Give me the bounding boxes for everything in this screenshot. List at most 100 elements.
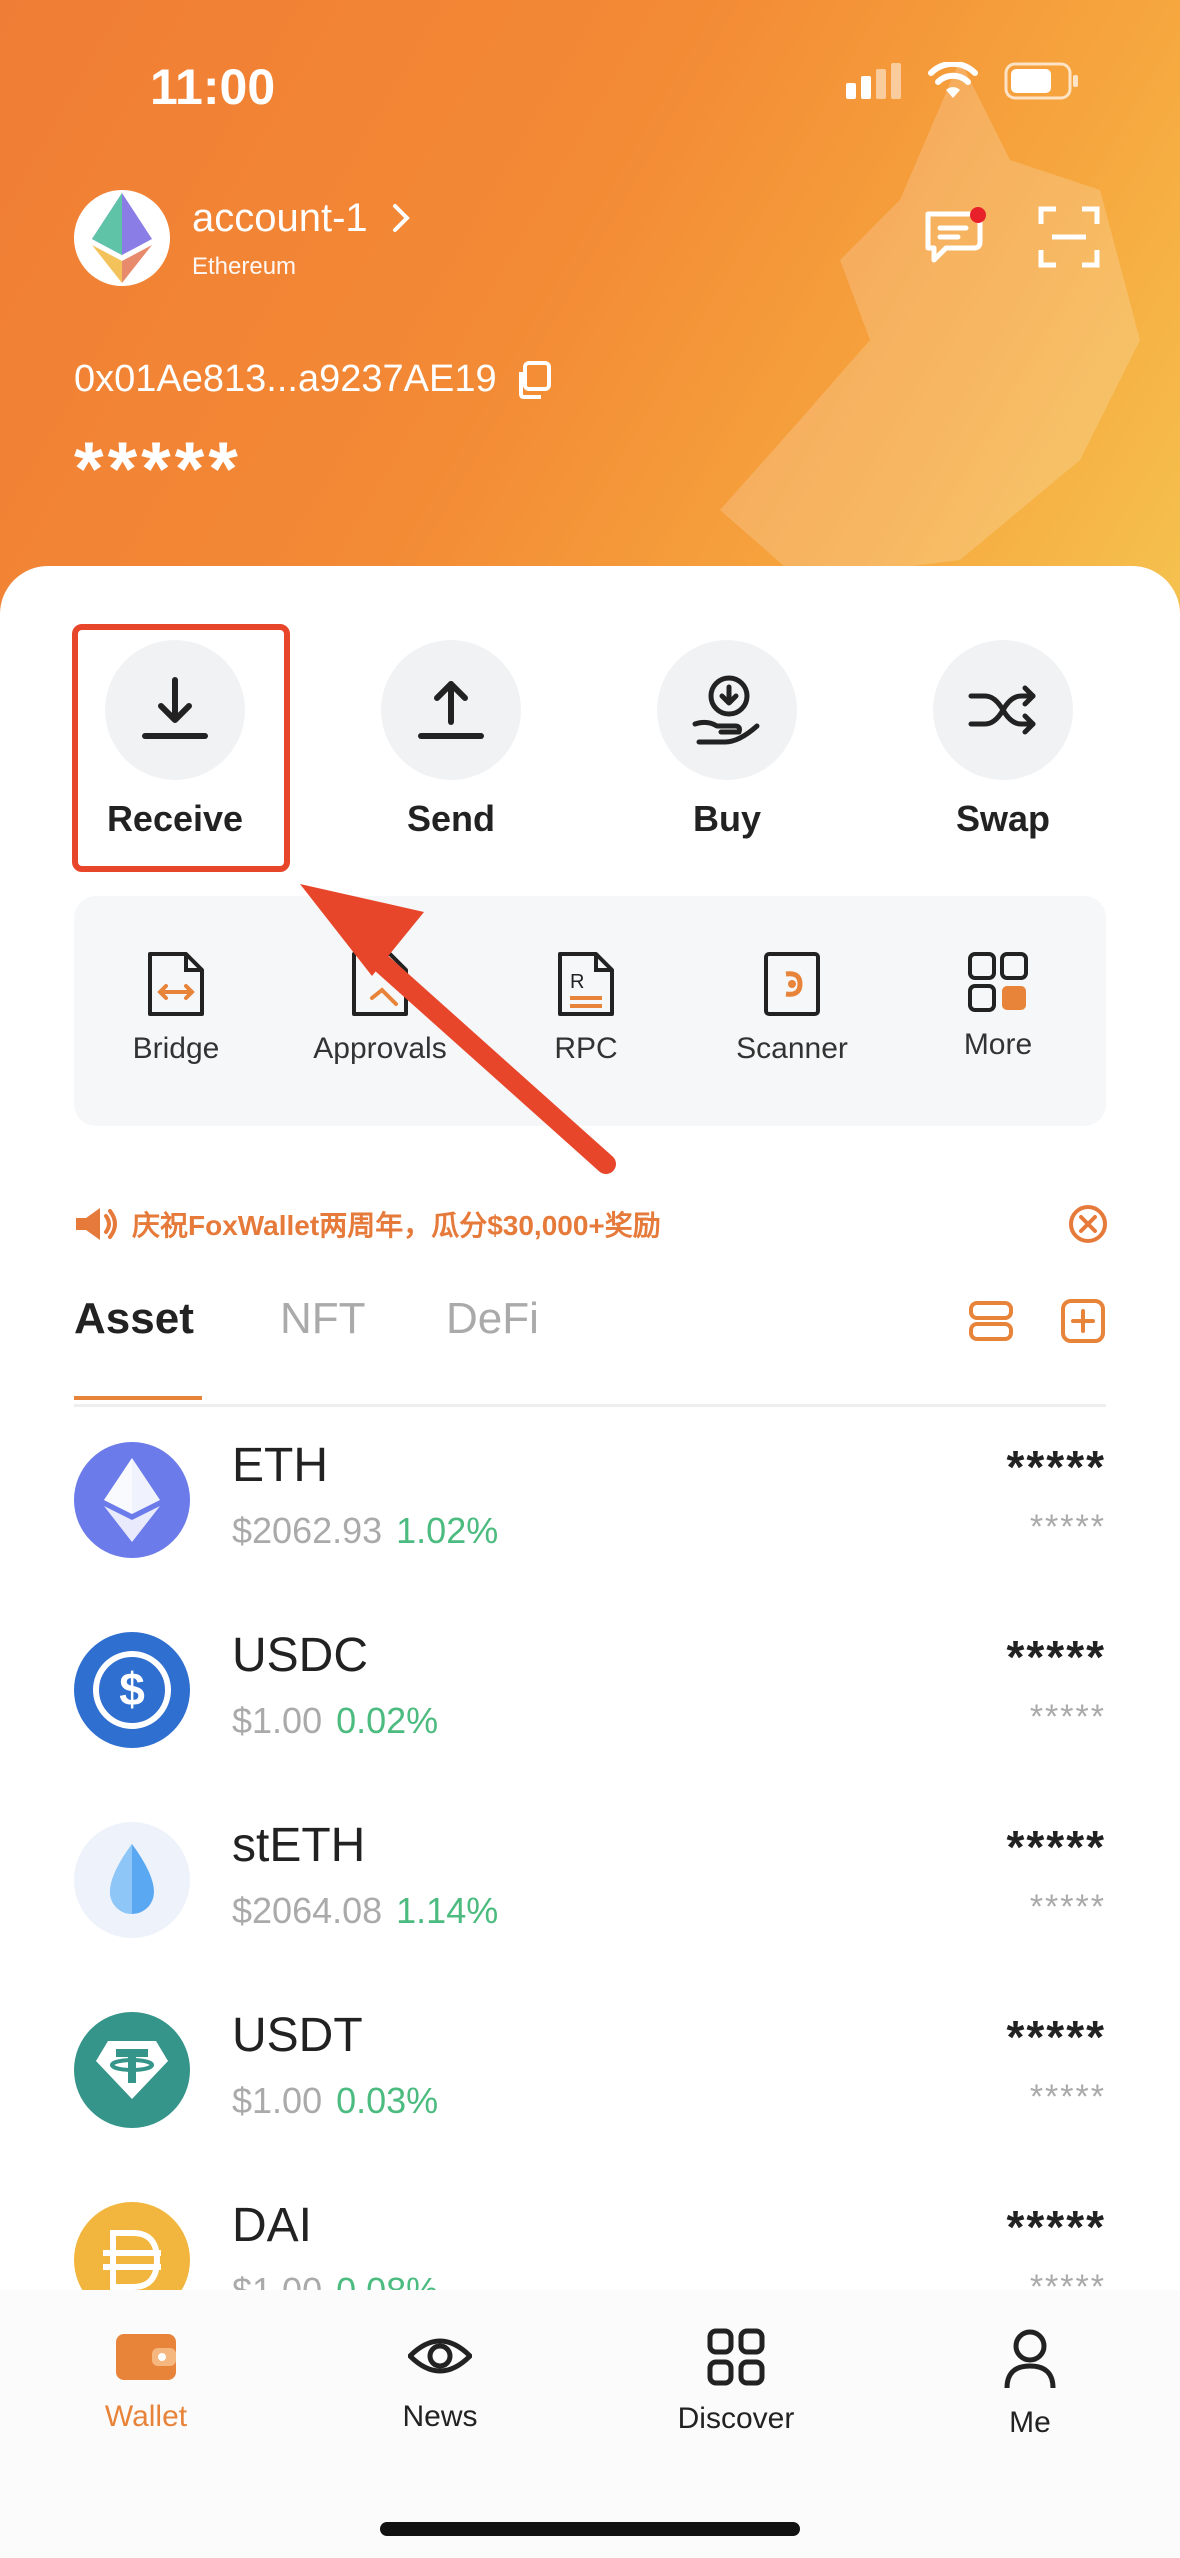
asset-balance: *****	[1006, 2011, 1106, 2063]
message-icon[interactable]	[922, 206, 988, 268]
usdc-logo-icon: $	[74, 1632, 190, 1748]
asset-value: *****	[1029, 1698, 1106, 1736]
wifi-icon	[928, 62, 978, 98]
scanner-label: Scanner	[736, 1032, 848, 1065]
asset-change: 0.02%	[336, 1700, 439, 1741]
home-indicator	[380, 2522, 800, 2536]
banner-text: 庆祝FoxWallet两周年，瓜分$30,000+奖励	[132, 1210, 661, 1241]
nav-news-label: News	[402, 2400, 478, 2433]
asset-balance: *****	[1006, 1441, 1106, 1493]
scanner-icon	[764, 952, 820, 1016]
tab-asset[interactable]: Asset	[74, 1294, 194, 1344]
asset-symbol: USDT	[232, 2009, 363, 2062]
receive-highlight-box	[72, 624, 290, 872]
approvals-tool[interactable]: Approvals	[290, 950, 470, 1066]
asset-symbol: DAI	[232, 2199, 313, 2252]
wallet-icon	[116, 2334, 176, 2380]
promo-banner[interactable]: 庆祝FoxWallet两周年，瓜分$30,000+奖励	[72, 1194, 1108, 1254]
asset-value: *****	[1029, 2078, 1106, 2116]
tools-panel: Bridge Approvals R RPC Scanner More	[74, 896, 1106, 1126]
person-icon	[1004, 2329, 1056, 2389]
more-label: More	[963, 1028, 1033, 1061]
rpc-tool[interactable]: R RPC	[496, 950, 676, 1066]
list-view-icon[interactable]	[968, 1298, 1014, 1344]
usdt-logo-icon	[74, 2012, 190, 2128]
asset-value: *****	[1029, 1888, 1106, 1926]
ethereum-logo-icon	[92, 193, 152, 283]
asset-balance: *****	[1006, 2201, 1106, 2253]
active-tab-indicator	[74, 1396, 202, 1400]
asset-balance: *****	[1006, 1821, 1106, 1873]
send-button[interactable]: Send	[366, 640, 536, 840]
asset-balance: *****	[1006, 1631, 1106, 1683]
asset-change: 0.03%	[336, 2080, 439, 2121]
nav-discover[interactable]: Discover	[636, 2328, 836, 2436]
eth-logo-icon	[74, 1442, 190, 1558]
bridge-tool[interactable]: Bridge	[86, 950, 266, 1066]
add-token-icon[interactable]	[1060, 1298, 1106, 1344]
asset-symbol: USDC	[232, 1629, 369, 1682]
upload-icon	[418, 681, 484, 739]
svg-text:R: R	[570, 971, 584, 993]
nav-wallet-label: Wallet	[104, 2400, 188, 2433]
nav-me[interactable]: Me	[930, 2328, 1130, 2440]
asset-price: $1.00	[232, 2080, 323, 2121]
network-name: Ethereum	[192, 252, 297, 280]
eye-icon	[408, 2338, 472, 2374]
tab-defi[interactable]: DeFi	[446, 1294, 539, 1344]
asset-row-eth[interactable]: ETH $2062.93 1.02% ***** *****	[74, 1424, 1106, 1584]
asset-row-steth[interactable]: stETH $2064.08 1.14% ***** *****	[74, 1804, 1106, 1964]
status-icons	[846, 62, 1080, 100]
buy-button[interactable]: Buy	[642, 640, 812, 840]
account-name: account-1	[192, 195, 368, 240]
scanner-tool[interactable]: Scanner	[702, 950, 882, 1066]
asset-symbol: ETH	[232, 1439, 328, 1492]
asset-value: *****	[1029, 1508, 1106, 1546]
grid-more-icon	[968, 952, 1028, 1012]
approvals-doc-icon	[352, 952, 408, 1016]
nav-discover-label: Discover	[677, 2402, 795, 2435]
buy-hand-icon	[692, 675, 760, 745]
wallet-address: 0x01Ae813...a9237AE19	[74, 358, 497, 400]
asset-price: $2062.93	[232, 1510, 383, 1551]
swap-label: Swap	[955, 798, 1051, 839]
shuffle-icon	[968, 685, 1036, 735]
copy-icon[interactable]	[513, 360, 553, 400]
asset-price: $2064.08	[232, 1890, 383, 1931]
total-balance: *****	[74, 427, 242, 512]
tab-nft[interactable]: NFT	[280, 1294, 366, 1344]
nav-me-label: Me	[1009, 2406, 1051, 2439]
asset-symbol: stETH	[232, 1819, 366, 1872]
bottom-nav: Wallet News Discover Me	[0, 2290, 1180, 2558]
close-icon[interactable]	[1068, 1204, 1108, 1244]
chevron-right-icon	[392, 204, 410, 232]
asset-price: $1.00	[232, 1700, 323, 1741]
wallet-header: 11:00 account-1 Ethereum 0x01Ae813...a92…	[0, 0, 1180, 640]
rpc-doc-icon: R	[558, 952, 614, 1016]
svg-text:$: $	[119, 1663, 145, 1715]
fox-watermark-icon	[720, 60, 1140, 580]
scan-icon[interactable]	[1038, 206, 1100, 268]
battery-icon	[1004, 62, 1078, 100]
ethereum-avatar	[74, 190, 170, 286]
nav-wallet[interactable]: Wallet	[46, 2328, 246, 2434]
signal-icon	[846, 63, 901, 99]
asset-row-usdt[interactable]: USDT $1.00 0.03% ***** *****	[74, 1994, 1106, 2154]
rpc-label: RPC	[554, 1032, 618, 1065]
bridge-doc-icon	[148, 952, 204, 1016]
steth-logo-icon	[74, 1822, 190, 1938]
status-time: 11:00	[150, 59, 276, 115]
more-tool[interactable]: More	[908, 950, 1088, 1062]
asset-change: 1.14%	[396, 1890, 499, 1931]
grid-icon	[707, 2328, 765, 2386]
send-label: Send	[406, 798, 495, 839]
swap-button[interactable]: Swap	[918, 640, 1088, 840]
buy-label: Buy	[692, 798, 761, 839]
asset-row-usdc[interactable]: $ USDC $1.00 0.02% ***** *****	[74, 1614, 1106, 1774]
megaphone-icon	[76, 1208, 117, 1240]
account-selector[interactable]: account-1 Ethereum	[74, 190, 410, 286]
nav-news[interactable]: News	[340, 2328, 540, 2434]
asset-tabs: Asset NFT DeFi	[74, 1294, 1106, 1407]
asset-change: 1.02%	[396, 1510, 499, 1551]
approvals-label: Approvals	[313, 1032, 447, 1065]
